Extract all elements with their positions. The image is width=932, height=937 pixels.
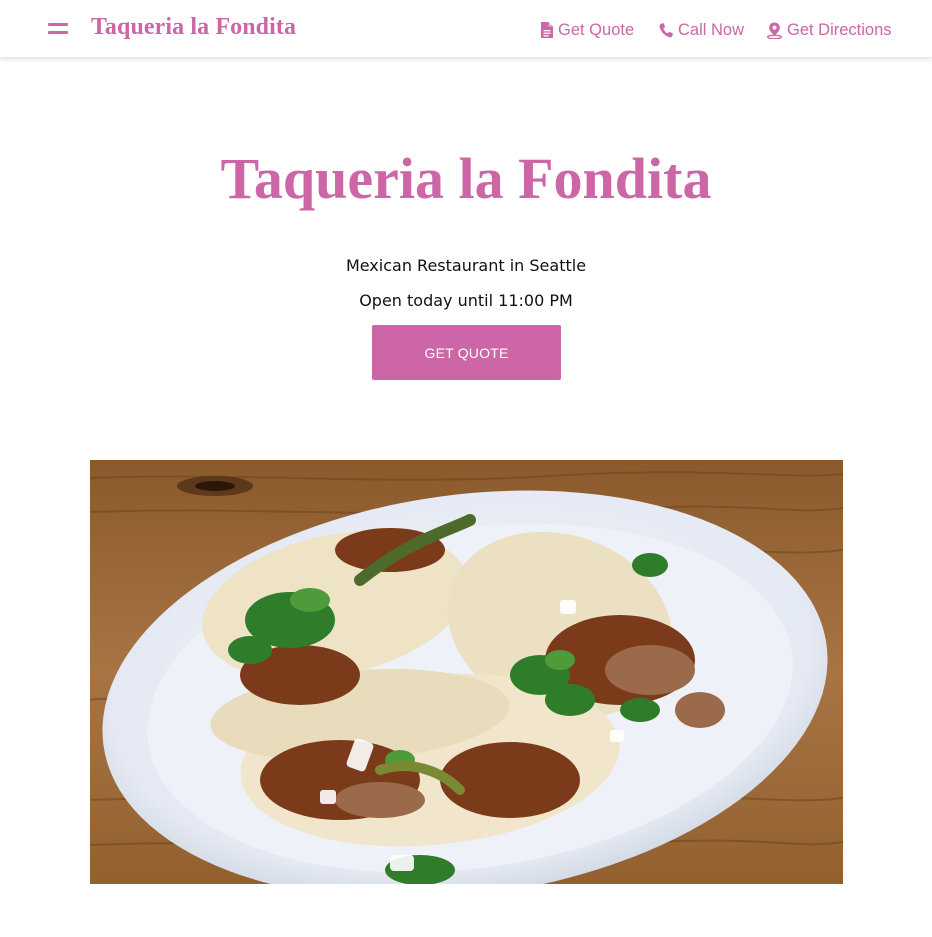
business-category: Mexican Restaurant in Seattle <box>345 256 587 275</box>
hamburger-menu-icon[interactable] <box>46 20 70 38</box>
map-pin-icon <box>767 22 782 39</box>
hero-title: Taqueria la Fondita <box>220 146 712 211</box>
top-navigation-bar: Taqueria la Fondita Get Quote Call Now G… <box>0 0 932 57</box>
document-icon <box>541 22 553 38</box>
nav-get-quote-label: Get Quote <box>558 20 635 39</box>
nav-get-quote-link[interactable]: Get Quote <box>540 20 634 40</box>
get-quote-button[interactable]: GET QUOTE <box>372 325 561 380</box>
nav-get-directions-label: Get Directions <box>787 20 892 39</box>
nav-get-directions-link[interactable]: Get Directions <box>767 20 892 40</box>
nav-call-now-link[interactable]: Call Now <box>659 20 744 40</box>
phone-icon <box>659 22 673 37</box>
opening-hours: Open today until 11:00 PM <box>359 291 573 310</box>
hero-food-photo <box>90 460 843 884</box>
nav-call-now-label: Call Now <box>678 20 745 39</box>
brand-name[interactable]: Taqueria la Fondita <box>91 14 296 41</box>
